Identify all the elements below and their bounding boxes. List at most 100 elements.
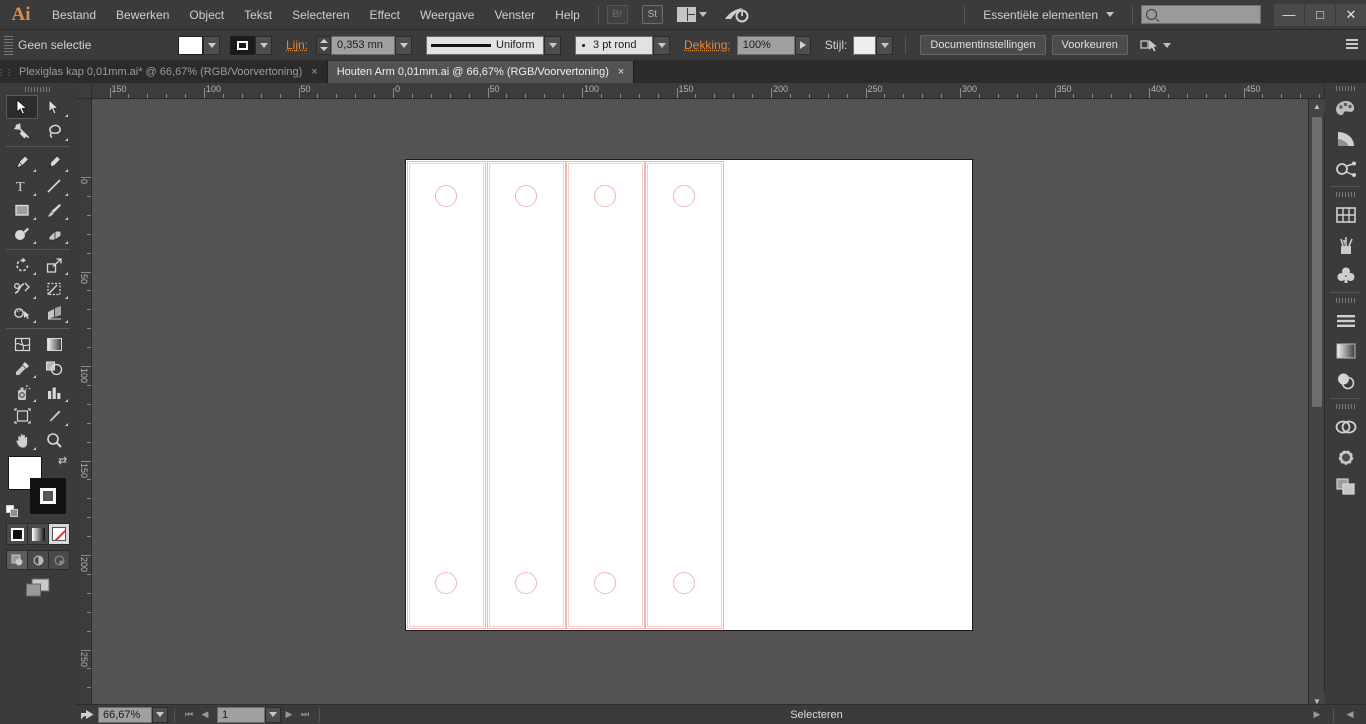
align-panel-icon[interactable] — [1325, 306, 1366, 336]
next-artboard-button[interactable]: ▶ — [281, 706, 297, 724]
arm-strip-4[interactable] — [645, 161, 724, 629]
hole-top-2[interactable] — [515, 185, 537, 207]
tab-bar-grip[interactable]: ⋮⋮ — [0, 61, 10, 83]
draw-normal-button[interactable] — [7, 551, 28, 569]
menu-object[interactable]: Object — [179, 0, 234, 30]
magic-wand-tool[interactable] — [6, 119, 38, 143]
paintbrush-tool[interactable] — [38, 198, 70, 222]
arm-strip-3[interactable] — [566, 161, 645, 629]
arm-strip-2[interactable] — [487, 161, 566, 629]
layers-panel-icon[interactable] — [1325, 472, 1366, 502]
stroke-weight-input[interactable]: 0,353 mn — [331, 36, 395, 55]
brush-definition-select[interactable]: 3 pt rond — [575, 36, 653, 55]
ruler-corner[interactable] — [76, 83, 92, 99]
tab-close-icon[interactable]: × — [311, 66, 317, 78]
dock-grip[interactable] — [1325, 189, 1366, 200]
color-panel-icon[interactable] — [1325, 94, 1366, 124]
selection-tool[interactable] — [6, 95, 38, 119]
select-similar-button[interactable] — [1140, 38, 1171, 53]
stroke-weight-stepper[interactable] — [316, 36, 331, 55]
menu-effect[interactable]: Effect — [360, 0, 410, 30]
canvas[interactable] — [92, 99, 1308, 708]
artboard-number-input[interactable]: 1 — [217, 707, 265, 723]
rotate-tool[interactable] — [6, 253, 38, 277]
close-button[interactable]: ✕ — [1336, 4, 1366, 26]
gradient-button[interactable] — [28, 524, 49, 544]
status-text[interactable]: Selecteren — [326, 709, 1307, 721]
last-artboard-button[interactable]: ⏭ — [297, 706, 313, 724]
fill-dropdown-arrow[interactable] — [203, 36, 220, 55]
tools-panel-grip[interactable] — [0, 83, 76, 95]
minimize-button[interactable]: — — [1274, 4, 1304, 26]
status-menu-arrow[interactable]: ▶ — [1307, 706, 1327, 724]
vertical-scroll-thumb[interactable] — [1312, 117, 1322, 407]
artboard-dropdown[interactable] — [265, 707, 281, 723]
status-resize-grip[interactable]: ◀ — [1340, 706, 1360, 724]
hole-bottom-3[interactable] — [594, 572, 616, 594]
first-artboard-button[interactable]: ⏮ — [181, 706, 197, 724]
curvature-tool[interactable] — [38, 150, 70, 174]
stroke-panel-icon[interactable] — [1325, 442, 1366, 472]
symbols-panel-icon[interactable] — [1325, 260, 1366, 290]
shape-builder-tool[interactable] — [6, 301, 38, 325]
home-screen-icon[interactable] — [723, 5, 749, 25]
stroke-label[interactable]: Lijn: — [286, 38, 308, 52]
stroke-dropdown-arrow[interactable] — [255, 36, 272, 55]
zoom-level-input[interactable]: 66,67% — [98, 707, 152, 723]
opacity-dropdown[interactable] — [795, 36, 811, 55]
menu-weergave[interactable]: Weergave — [410, 0, 484, 30]
stroke-weight-dropdown[interactable] — [395, 36, 412, 55]
arm-strip-1[interactable] — [407, 161, 486, 629]
menu-bewerken[interactable]: Bewerken — [106, 0, 179, 30]
none-button[interactable] — [49, 524, 69, 544]
swap-fill-stroke-icon[interactable]: ⇄ — [58, 454, 70, 466]
opacity-label[interactable]: Dekking: — [684, 38, 731, 52]
hole-bottom-2[interactable] — [515, 572, 537, 594]
document-tab-houten-arm[interactable]: Houten Arm 0,01mm.ai @ 66,67% (RGB/Voorv… — [328, 61, 635, 83]
hole-top-1[interactable] — [435, 185, 457, 207]
type-tool[interactable]: T — [6, 174, 38, 198]
eyedropper-tool[interactable] — [6, 356, 38, 380]
zoom-tool[interactable] — [38, 428, 70, 452]
brushes-panel-icon[interactable] — [1325, 230, 1366, 260]
swatches-panel-icon[interactable] — [1325, 200, 1366, 230]
perspective-grid-tool[interactable] — [38, 301, 70, 325]
scroll-up-arrow[interactable]: ▲ — [1309, 99, 1325, 113]
artboard[interactable] — [406, 160, 972, 630]
color-button[interactable] — [7, 524, 28, 544]
stroke-color-swatch[interactable] — [230, 36, 255, 55]
menu-venster[interactable]: Venster — [484, 0, 545, 30]
dock-grip[interactable] — [1325, 401, 1366, 412]
pathfinder-panel-icon[interactable] — [1325, 412, 1366, 442]
tab-close-icon[interactable]: × — [618, 66, 624, 78]
direct-selection-tool[interactable] — [38, 95, 70, 119]
column-graph-tool[interactable] — [38, 380, 70, 404]
hole-top-4[interactable] — [673, 185, 695, 207]
menu-help[interactable]: Help — [545, 0, 590, 30]
slice-tool[interactable] — [38, 404, 70, 428]
stroke-profile-select[interactable]: Uniform — [426, 36, 544, 55]
menu-bestand[interactable]: Bestand — [42, 0, 106, 30]
dock-grip[interactable] — [1325, 295, 1366, 306]
dock-grip[interactable] — [1325, 83, 1366, 94]
zoom-level-dropdown[interactable] — [152, 707, 168, 723]
graphic-style-swatch[interactable] — [853, 36, 876, 55]
free-transform-tool[interactable] — [38, 277, 70, 301]
color-guide-icon[interactable] — [1325, 124, 1366, 154]
stock-icon[interactable]: St — [642, 5, 663, 24]
gradient-tool[interactable] — [38, 332, 70, 356]
workspace-switcher[interactable]: Essentiële elementen — [973, 4, 1124, 26]
pen-tool[interactable] — [6, 150, 38, 174]
horizontal-ruler[interactable]: 150 100 50 0 50 100 150 200 250 300 350 400 450 — [92, 83, 1324, 99]
width-tool[interactable] — [6, 277, 38, 301]
transparency-panel-icon[interactable] — [1325, 366, 1366, 396]
blend-tool[interactable] — [38, 356, 70, 380]
search-input[interactable] — [1141, 5, 1261, 24]
screen-mode-button[interactable] — [6, 578, 70, 598]
hole-top-3[interactable] — [594, 185, 616, 207]
brush-dropdown[interactable] — [653, 36, 670, 55]
maximize-button[interactable]: □ — [1305, 4, 1335, 26]
draw-behind-button[interactable] — [28, 551, 49, 569]
profile-dropdown[interactable] — [544, 36, 561, 55]
gradient-panel-icon[interactable] — [1325, 336, 1366, 366]
